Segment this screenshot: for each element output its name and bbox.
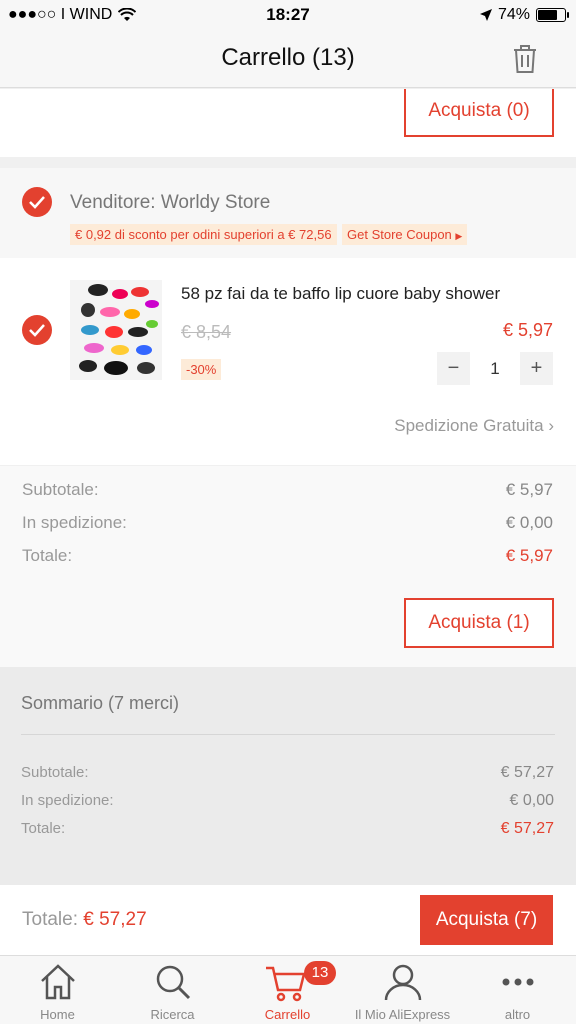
checkmark-icon <box>29 196 45 209</box>
shipping-cost-value: € 0,00 <box>505 513 553 532</box>
previous-seller-section: Acquista (0) <box>0 89 576 157</box>
tab-my-aliexpress[interactable]: Il Mio AliExpress <box>345 956 460 1024</box>
chevron-right-icon: › <box>548 416 554 435</box>
page-title: Carrello (13) <box>221 44 355 71</box>
shipping-cost-label: In spedizione: <box>22 513 127 532</box>
cart-item: 58 pz fai da te baffo lip cuore baby sho… <box>0 258 576 465</box>
location-arrow-icon <box>479 9 492 21</box>
total-label: Totale: <box>22 546 73 565</box>
summary-title: Sommario (7 merci) <box>21 693 180 713</box>
tab-more[interactable]: altro <box>460 956 575 1024</box>
cart-icon <box>266 966 306 1002</box>
subtotal-label: Subtotale: <box>22 480 99 499</box>
tab-cart-label: Carrello <box>264 1007 311 1022</box>
search-icon <box>156 965 190 1000</box>
battery-icon <box>536 8 569 22</box>
checkmark-icon <box>29 324 45 337</box>
total-value: € 5,97 <box>505 546 553 565</box>
summary-subtotal-label: Subtotale: <box>21 764 89 781</box>
item-title[interactable]: 58 pz fai da te baffo lip cuore baby sho… <box>181 284 500 304</box>
home-icon <box>40 964 75 1000</box>
subtotal-value: € 5,97 <box>505 480 553 499</box>
item-price: € 5,97 <box>502 320 553 340</box>
seller-checkbox[interactable] <box>22 187 52 217</box>
caret-right-icon: ▶ <box>455 231 463 241</box>
summary-shipping-label: In spedizione: <box>21 792 114 809</box>
tab-home[interactable]: Home <box>0 956 115 1024</box>
tab-search[interactable]: Ricerca <box>115 956 230 1024</box>
item-old-price: € 8,54 <box>181 322 232 342</box>
footer-total: Totale: € 57,27 <box>22 909 147 931</box>
battery-fill <box>538 10 557 20</box>
checkout-button[interactable]: Acquista (7) <box>420 895 553 945</box>
quantity-decrease-button[interactable]: − <box>437 352 470 385</box>
status-bar: ●●●○○ I WIND 18:27 74% <box>0 0 576 30</box>
navigation-bar: Carrello (13) <box>0 30 576 88</box>
trash-icon[interactable] <box>512 44 538 74</box>
product-thumbnail[interactable] <box>70 280 162 380</box>
quantity-stepper: − 1 + <box>437 352 553 385</box>
quantity-value[interactable]: 1 <box>470 352 520 385</box>
cart-summary: Sommario (7 merci) Subtotale: € 57,27 In… <box>0 667 576 885</box>
quantity-increase-button[interactable]: + <box>520 352 553 385</box>
user-icon <box>384 964 421 1001</box>
tab-search-label: Ricerca <box>150 1007 195 1022</box>
tab-my-aliexpress-label: Il Mio AliExpress <box>354 1007 451 1022</box>
seller-header: Venditore: Worldy Store € 0,92 di sconto… <box>0 168 576 258</box>
footer-total-value: € 57,27 <box>83 909 147 930</box>
tab-bar: Home Ricerca 13 Carrello Il Mio AliExpre… <box>0 955 576 1024</box>
store-coupon-label: Get Store Coupon <box>347 227 452 242</box>
summary-total-label: Totale: <box>21 820 66 837</box>
tab-home-label: Home <box>40 1007 75 1022</box>
more-icon <box>502 978 533 986</box>
summary-total-value: € 57,27 <box>500 820 554 837</box>
summary-shipping-value: € 0,00 <box>509 792 554 809</box>
store-coupon-tag[interactable]: Get Store Coupon ▶ <box>342 224 468 245</box>
item-discount-badge: -30% <box>181 359 222 380</box>
summary-subtotal-value: € 57,27 <box>500 764 554 781</box>
seller-name[interactable]: Venditore: Worldy Store <box>70 192 270 214</box>
buy-button-previous[interactable]: Acquista (0) <box>404 89 554 137</box>
shipping-link[interactable]: Spedizione Gratuita › <box>394 416 554 436</box>
item-checkbox[interactable] <box>22 315 52 345</box>
battery-percent: 74% <box>497 6 530 23</box>
summary-divider <box>21 734 555 735</box>
discount-tag: € 0,92 di sconto per odini superiori a €… <box>70 224 337 245</box>
buy-button-seller[interactable]: Acquista (1) <box>404 598 554 648</box>
tab-cart[interactable]: 13 Carrello <box>230 956 345 1024</box>
footer-total-label: Totale: <box>22 909 78 930</box>
tab-more-label: altro <box>504 1007 531 1022</box>
seller-totals: Subtotale: € 5,97 In spedizione: € 0,00 … <box>0 466 576 667</box>
cart-badge: 13 <box>304 961 336 985</box>
status-right: 74% <box>479 6 569 24</box>
checkout-footer: Totale: € 57,27 Acquista (7) <box>0 885 576 955</box>
shipping-label: Spedizione Gratuita <box>394 416 544 435</box>
